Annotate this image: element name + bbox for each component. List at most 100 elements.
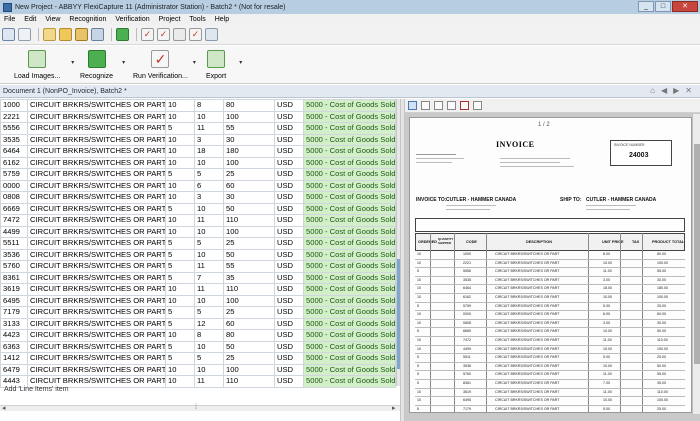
cell-code[interactable]: 3535 [0, 133, 28, 146]
cell-unit-price[interactable]: 10 [194, 340, 224, 353]
cell-total[interactable]: 100 [223, 225, 275, 238]
cell-gl-account[interactable]: 5000 - Cost of Goods Sold [303, 202, 396, 215]
cell-description[interactable]: CIRCUIT BRKRS/SWITCHES OR PART [27, 110, 166, 123]
cell-description[interactable]: CIRCUIT BRKRS/SWITCHES OR PART [27, 237, 166, 250]
cell-quantity[interactable]: 5 [165, 248, 195, 261]
table-row[interactable]: 4423 CIRCUIT BRKRS/SWITCHES OR PART 10 8 80 U… [0, 329, 396, 342]
cell-currency[interactable]: USD [274, 317, 304, 330]
menu-view[interactable]: View [45, 16, 60, 23]
cell-description[interactable]: CIRCUIT BRKRS/SWITCHES OR PART [27, 306, 166, 319]
cell-unit-price[interactable]: 11 [194, 375, 224, 388]
cell-total[interactable]: 25 [223, 237, 275, 250]
viewer-scrollbar-thumb[interactable] [694, 144, 700, 364]
cell-currency[interactable]: USD [274, 237, 304, 250]
next-icon[interactable]: ▶ [673, 86, 679, 95]
table-row[interactable]: 4499 CIRCUIT BRKRS/SWITCHES OR PART 10 10 10… [0, 225, 396, 238]
cell-description[interactable]: CIRCUIT BRKRS/SWITCHES OR PART [27, 168, 166, 181]
list-view-icon[interactable] [18, 28, 31, 41]
maximize-button[interactable]: □ [655, 1, 671, 12]
region-tool-icon[interactable] [434, 101, 443, 110]
mark-icon[interactable]: ✓ [189, 28, 202, 41]
cell-code[interactable]: 6363 [0, 340, 28, 353]
table-row[interactable]: 5511 CIRCUIT BRKRS/SWITCHES OR PART 5 5 25 US… [0, 237, 396, 250]
cell-currency[interactable]: USD [274, 248, 304, 261]
viewer-vertical-scrollbar[interactable] [692, 114, 700, 414]
recognize-button[interactable]: Recognize ▾ [80, 50, 125, 80]
new-project-icon[interactable] [43, 28, 56, 41]
verify-check-icon[interactable]: ✓ [141, 28, 154, 41]
cell-quantity[interactable]: 10 [165, 329, 195, 342]
cell-gl-account[interactable]: 5000 - Cost of Goods Sold [303, 156, 396, 169]
scan-icon[interactable] [91, 28, 104, 41]
cell-code[interactable]: 1412 [0, 352, 28, 365]
chevron-down-icon[interactable]: ▾ [122, 59, 125, 66]
cell-currency[interactable]: USD [274, 363, 304, 376]
table-row[interactable]: 5760 CIRCUIT BRKRS/SWITCHES OR PART 5 11 55 U… [0, 260, 396, 273]
scroll-right-icon[interactable]: ▸ [392, 404, 396, 412]
cell-quantity[interactable]: 10 [165, 145, 195, 158]
cell-currency[interactable]: USD [274, 294, 304, 307]
cell-code[interactable]: 6162 [0, 156, 28, 169]
cell-gl-account[interactable]: 5000 - Cost of Goods Sold [303, 306, 396, 319]
cell-quantity[interactable]: 10 [165, 375, 195, 388]
cell-unit-price[interactable]: 6 [194, 179, 224, 192]
cell-code[interactable]: 1000 [0, 99, 28, 112]
close-document-icon[interactable]: ✕ [685, 86, 692, 95]
cell-quantity[interactable]: 10 [165, 363, 195, 376]
menu-recognition[interactable]: Recognition [69, 16, 106, 23]
cell-gl-account[interactable]: 5000 - Cost of Goods Sold [303, 317, 396, 330]
cell-total[interactable]: 30 [223, 191, 275, 204]
cell-currency[interactable]: USD [274, 145, 304, 158]
open-folder-icon[interactable] [59, 28, 72, 41]
cell-unit-price[interactable]: 10 [194, 294, 224, 307]
cell-gl-account[interactable]: 5000 - Cost of Goods Sold [303, 260, 396, 273]
cell-quantity[interactable]: 5 [165, 122, 195, 135]
cell-gl-account[interactable]: 5000 - Cost of Goods Sold [303, 225, 396, 238]
cell-code[interactable]: 5760 [0, 260, 28, 273]
cell-quantity[interactable]: 10 [165, 294, 195, 307]
delete-region-icon[interactable] [460, 101, 469, 110]
cell-code[interactable]: 7179 [0, 306, 28, 319]
cell-unit-price[interactable]: 10 [194, 202, 224, 215]
cell-quantity[interactable]: 10 [165, 191, 195, 204]
cell-unit-price[interactable]: 3 [194, 133, 224, 146]
cell-total[interactable]: 60 [223, 179, 275, 192]
table-row[interactable]: 3536 CIRCUIT BRKRS/SWITCHES OR PART 5 10 50 U… [0, 248, 396, 261]
cell-gl-account[interactable]: 5000 - Cost of Goods Sold [303, 352, 396, 365]
select-tool-icon[interactable] [408, 101, 417, 110]
cell-description[interactable]: CIRCUIT BRKRS/SWITCHES OR PART [27, 294, 166, 307]
cell-gl-account[interactable]: 5000 - Cost of Goods Sold [303, 248, 396, 261]
cell-gl-account[interactable]: 5000 - Cost of Goods Sold [303, 214, 396, 227]
cell-unit-price[interactable]: 11 [194, 122, 224, 135]
cell-gl-account[interactable]: 5000 - Cost of Goods Sold [303, 191, 396, 204]
cell-code[interactable]: 5556 [0, 122, 28, 135]
cell-description[interactable]: CIRCUIT BRKRS/SWITCHES OR PART [27, 191, 166, 204]
cell-gl-account[interactable]: 5000 - Cost of Goods Sold [303, 294, 396, 307]
cell-quantity[interactable]: 10 [165, 133, 195, 146]
cell-unit-price[interactable]: 8 [194, 329, 224, 342]
cell-currency[interactable]: USD [274, 375, 304, 388]
table-row[interactable]: 7179 CIRCUIT BRKRS/SWITCHES OR PART 5 5 25 US… [0, 306, 396, 319]
menu-tools[interactable]: Tools [189, 16, 205, 23]
table-row[interactable]: 6464 CIRCUIT BRKRS/SWITCHES OR PART 10 18 18… [0, 145, 396, 158]
cell-quantity[interactable]: 10 [165, 156, 195, 169]
cell-total[interactable]: 50 [223, 248, 275, 261]
cell-code[interactable]: 6669 [0, 202, 28, 215]
cell-description[interactable]: CIRCUIT BRKRS/SWITCHES OR PART [27, 260, 166, 273]
cell-gl-account[interactable]: 5000 - Cost of Goods Sold [303, 133, 396, 146]
cell-description[interactable]: CIRCUIT BRKRS/SWITCHES OR PART [27, 248, 166, 261]
cell-total[interactable]: 110 [223, 214, 275, 227]
menu-help[interactable]: Help [215, 16, 229, 23]
cell-quantity[interactable]: 5 [165, 237, 195, 250]
cell-currency[interactable]: USD [274, 283, 304, 296]
cell-description[interactable]: CIRCUIT BRKRS/SWITCHES OR PART [27, 179, 166, 192]
cell-quantity[interactable]: 5 [165, 168, 195, 181]
cell-gl-account[interactable]: 5000 - Cost of Goods Sold [303, 168, 396, 181]
cell-code[interactable]: 4499 [0, 225, 28, 238]
cell-quantity[interactable]: 5 [165, 202, 195, 215]
cell-unit-price[interactable]: 8 [194, 99, 224, 112]
minimize-button[interactable]: _ [638, 1, 654, 12]
cell-gl-account[interactable]: 5000 - Cost of Goods Sold [303, 99, 396, 112]
cell-unit-price[interactable]: 10 [194, 225, 224, 238]
cell-code[interactable]: 6464 [0, 145, 28, 158]
